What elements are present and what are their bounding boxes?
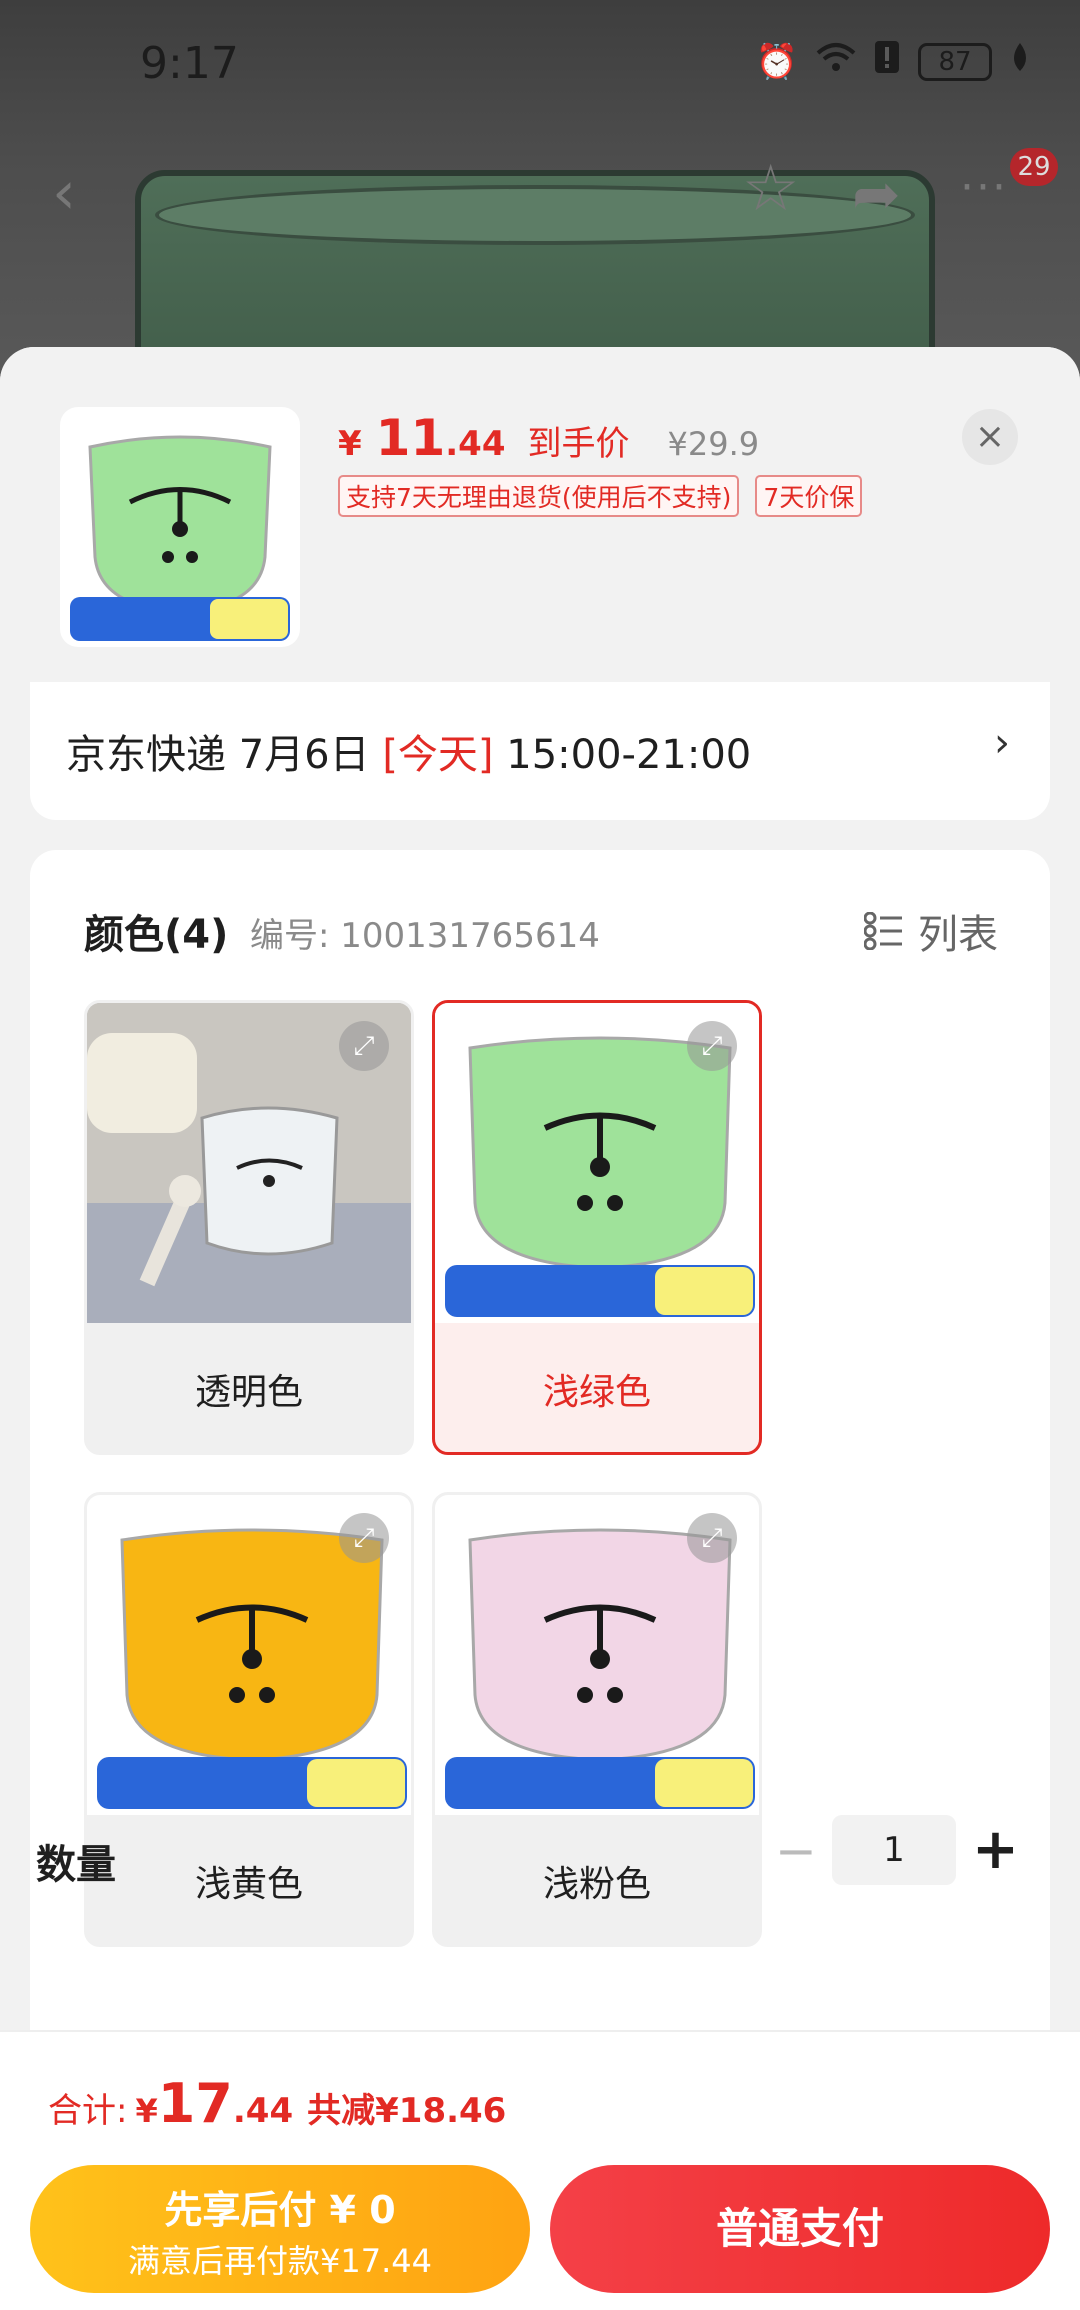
product-page-background: 9:17 ⏰ 87 ‹ ☆ ➦ ··· 29 [0, 0, 1080, 400]
list-label: 列表 [918, 912, 998, 958]
total-price: 合计: ¥ 17 .44 共减¥18.46 [48, 2072, 506, 2135]
color-option-light-yellow[interactable]: ⤢ 浅黄色 [84, 1492, 414, 1947]
battery-icon: 87 [918, 42, 992, 81]
sheet-header: ¥ 11 .44 到手价 ¥29.9 支持7天无理由退货(使用后不支持) 7天价… [0, 347, 1080, 677]
color-option-clear[interactable]: ⤢ 透明色 [84, 1000, 414, 1455]
quantity-increase-button[interactable]: + [972, 1817, 1019, 1882]
delivery-row[interactable]: 京东快递 7月6日 [今天] 15:00-21:00 › [30, 682, 1050, 820]
sku-number: 编号: 100131765614 [250, 916, 600, 956]
status-time: 9:17 [140, 38, 239, 89]
wifi-icon [816, 41, 856, 82]
pay-later-button[interactable]: 先享后付 ¥ 0 满意后再付款¥17.44 [30, 2165, 530, 2293]
total-integer: 17 [157, 2072, 233, 2135]
list-view-toggle[interactable]: 列表 [863, 902, 998, 960]
sku-selection-sheet: ¥ 11 .44 到手价 ¥29.9 支持7天无理由退货(使用后不支持) 7天价… [0, 347, 1080, 2310]
swatch-label: 透明色 [194, 1372, 303, 1413]
swatch-label: 浅绿色 [542, 1372, 651, 1413]
list-icon [863, 911, 904, 951]
price-integer: 11 [375, 409, 446, 467]
expand-icon[interactable]: ⤢ [339, 1513, 389, 1563]
color-section-title: 颜色(4) [84, 912, 229, 958]
price-protect-tag: 7天价保 [755, 475, 863, 517]
action-bar: 先享后付 ¥ 0 满意后再付款¥17.44 普通支付 [0, 2165, 1080, 2310]
alarm-icon: ⏰ [755, 41, 798, 82]
service-tags: 支持7天无理由退货(使用后不支持) 7天价保 [338, 475, 863, 517]
delivery-info: 京东快递 7月6日 [今天] 15:00-21:00 [66, 722, 751, 780]
swatch-label: 浅粉色 [542, 1864, 651, 1905]
color-option-light-green[interactable]: ⤢ 浅绿色 [432, 1000, 762, 1455]
quantity-label: 数量 [36, 1842, 116, 1888]
pay-later-subtitle: 满意后再付款¥17.44 [128, 2242, 432, 2280]
delivery-window: 15:00-21:00 [493, 732, 752, 778]
total-symbol: ¥ [135, 2092, 158, 2130]
color-option-light-pink[interactable]: ⤢ 浅粉色 [432, 1492, 762, 1947]
delivery-carrier: 京东快递 7月6日 [66, 732, 383, 778]
original-price: ¥29.9 [667, 425, 760, 463]
expand-icon[interactable]: ⤢ [687, 1513, 737, 1563]
total-bar: 合计: ¥ 17 .44 共减¥18.46 [0, 2030, 1080, 2165]
share-icon[interactable]: ➦ [852, 160, 901, 228]
product-hero-rim [155, 185, 915, 245]
quantity-input[interactable]: 1 [832, 1815, 956, 1885]
expand-icon[interactable]: ⤢ [339, 1021, 389, 1071]
price-row: ¥ 11 .44 到手价 ¥29.9 [338, 409, 759, 467]
message-badge: 29 [1010, 148, 1058, 186]
normal-pay-button[interactable]: 普通支付 [550, 2165, 1050, 2293]
total-label: 合计: [48, 2091, 128, 2131]
leaf-icon [1010, 41, 1030, 82]
status-icons: ⏰ 87 [756, 40, 1030, 83]
close-button[interactable]: × [962, 409, 1018, 465]
swatch-label: 浅黄色 [194, 1864, 303, 1905]
total-decimal: .44 [232, 2091, 294, 2131]
product-thumbnail[interactable] [60, 407, 300, 647]
back-icon[interactable]: ‹ [52, 158, 76, 228]
price-decimal: .44 [445, 424, 506, 464]
chevron-right-icon: › [994, 720, 1010, 766]
total-saving: 共减¥18.46 [307, 2091, 507, 2131]
delivery-today: [今天] [382, 732, 494, 778]
alert-icon [874, 40, 900, 83]
quantity-decrease-button[interactable]: − [775, 1822, 817, 1880]
final-price-label: 到手价 [527, 424, 630, 464]
return-policy-tag: 支持7天无理由退货(使用后不支持) [338, 475, 740, 517]
pay-later-title: 先享后付 ¥ 0 [164, 2188, 396, 2232]
expand-icon[interactable]: ⤢ [687, 1021, 737, 1071]
favorite-icon[interactable]: ☆ [742, 152, 799, 226]
price-symbol: ¥ [338, 424, 362, 464]
more-icon[interactable]: ··· [960, 162, 1008, 213]
